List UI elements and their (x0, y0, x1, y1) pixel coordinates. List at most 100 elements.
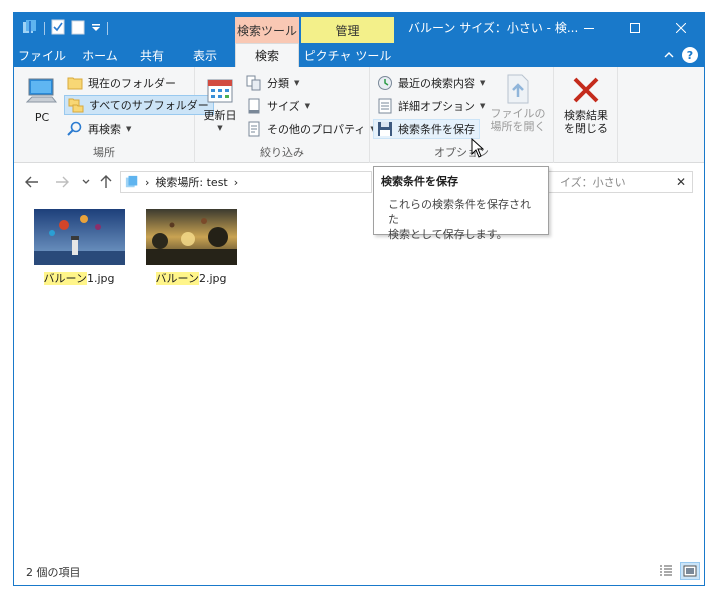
ribbon-tab-row: ファイル ホーム 共有 表示 検索 ピクチャ ツール ? (14, 43, 704, 67)
explorer-window: 検索ツール 管理 バルーン サイズ：小さい - 検... ファイル ホーム 共有… (13, 12, 705, 586)
tab-home[interactable]: ホーム (72, 43, 128, 67)
maximize-icon (630, 23, 640, 33)
save-icon (378, 122, 392, 136)
advanced-options-button[interactable]: 詳細オプション ▼ (374, 96, 489, 116)
open-file-location-button[interactable]: ファイルの 場所を開く (488, 73, 548, 133)
up-button[interactable] (96, 172, 116, 192)
details-view-icon (660, 565, 672, 576)
close-icon (676, 23, 686, 33)
qat-customize-icon[interactable] (91, 22, 101, 35)
advanced-options-label: 詳細オプション (398, 100, 475, 113)
advanced-options-icon (378, 98, 392, 114)
chevron-down-icon: ▼ (304, 102, 311, 110)
back-button[interactable] (22, 172, 42, 192)
minimize-button[interactable] (566, 13, 612, 43)
date-modified-button[interactable]: 更新日 ▼ (199, 77, 241, 135)
recent-searches-button[interactable]: 最近の検索内容 ▼ (374, 73, 489, 93)
search-again-label: 再検索 (88, 123, 121, 136)
recent-searches-icon (378, 76, 392, 90)
status-bar: 2 個の項目 (14, 559, 704, 585)
current-folder-button[interactable]: 現在のフォルダー (64, 73, 180, 93)
open-file-location-icon (507, 74, 529, 104)
help-icon[interactable]: ? (682, 47, 698, 63)
save-search-button[interactable]: 検索条件を保存 (373, 119, 480, 139)
search-location-icon (125, 175, 138, 188)
group-label-refine: 絞り込み (260, 146, 304, 159)
recent-searches-label: 最近の検索内容 (398, 77, 475, 90)
properties-icon[interactable] (51, 19, 65, 38)
view-switcher (656, 562, 700, 580)
chevron-down-icon: ▼ (217, 124, 223, 132)
open-file-location-label-1: ファイルの (490, 107, 546, 120)
folder-icon (67, 77, 83, 90)
other-properties-button[interactable]: その他のプロパティ ▼ (243, 119, 380, 139)
clear-search-icon[interactable]: ✕ (676, 175, 686, 189)
file-name: バルーン1.jpg (43, 270, 114, 286)
forward-arrow-icon (56, 176, 69, 188)
file-list: バルーン1.jpg バルーン2.jpg (14, 203, 704, 563)
image-thumbnail-balloon-2 (145, 209, 237, 265)
search-input-text: イズ：小さい (560, 176, 626, 189)
window-title: バルーン サイズ：小さい - 検... (408, 21, 579, 35)
tab-view[interactable]: 表示 (176, 43, 234, 67)
forward-button[interactable] (52, 172, 72, 192)
kind-label: 分類 (267, 77, 289, 90)
file-item[interactable]: バルーン2.jpg (143, 209, 239, 286)
chevron-down-icon: ▼ (480, 79, 486, 87)
search-input[interactable]: イズ：小さい ✕ (539, 171, 693, 193)
chevron-down-icon (82, 179, 90, 184)
file-item[interactable]: バルーン1.jpg (31, 209, 127, 286)
tab-picture-tools[interactable]: ピクチャ ツール (301, 43, 394, 67)
tooltip-title: 検索条件を保存 (381, 175, 458, 188)
new-folder-icon[interactable] (71, 19, 85, 38)
close-search-icon (573, 77, 599, 103)
ribbon-group-close: 検索結果 を閉じる (554, 67, 618, 163)
large-icons-view-button[interactable] (680, 562, 700, 580)
close-search-label-1: 検索結果 (564, 109, 608, 122)
file-name-rest: 2.jpg (198, 272, 227, 285)
chevron-down-icon: ▼ (294, 79, 300, 87)
all-subfolders-label: すべてのサブフォルダー (89, 99, 209, 112)
recent-locations-button[interactable] (76, 172, 96, 192)
search-again-button[interactable]: 再検索 ▼ (64, 119, 135, 139)
qat-separator (44, 21, 45, 35)
pc-label: PC (34, 111, 50, 124)
image-thumbnail-balloon-1 (33, 209, 125, 265)
ribbon-collapse-icon[interactable] (664, 49, 674, 62)
ribbon-group-location: PC 現在のフォルダー すべてのサブフォルダー 再検索 ▼ 場所 (14, 67, 214, 163)
properties-doc-icon (248, 121, 260, 137)
context-tab-manage: 管理 (301, 17, 394, 43)
ribbon-help-area: ? (664, 47, 698, 63)
explorer-folder-icon (22, 19, 38, 38)
breadcrumb-path[interactable]: 検索場所: test (155, 174, 227, 190)
pc-button[interactable]: PC (22, 77, 62, 124)
breadcrumb-separator-icon: › (145, 175, 150, 189)
tab-file[interactable]: ファイル (14, 43, 70, 67)
pc-icon (26, 78, 58, 103)
navigation-bar: › 検索場所: test › イズ：小さい ✕ (14, 169, 704, 195)
close-button[interactable] (658, 13, 704, 43)
up-arrow-icon (100, 175, 112, 188)
title-bar[interactable]: 検索ツール 管理 バルーン サイズ：小さい - 検... (14, 13, 704, 43)
tab-search[interactable]: 検索 (235, 43, 299, 67)
size-button[interactable]: サイズ ▼ (243, 96, 314, 116)
ribbon-search-panel: PC 現在のフォルダー すべてのサブフォルダー 再検索 ▼ 場所 更新日 ▼ 分… (14, 67, 704, 163)
close-search-button[interactable]: 検索結果 を閉じる (556, 75, 616, 135)
all-subfolders-button[interactable]: すべてのサブフォルダー (64, 95, 214, 115)
kind-icon (246, 75, 261, 91)
maximize-button[interactable] (612, 13, 658, 43)
group-label-options: オプション (434, 146, 489, 159)
kind-button[interactable]: 分類 ▼ (243, 73, 303, 93)
tab-share[interactable]: 共有 (128, 43, 176, 67)
search-match-highlight: バルーン (155, 272, 199, 285)
address-bar[interactable]: › 検索場所: test › (120, 171, 372, 193)
minimize-icon (584, 28, 594, 29)
size-icon (248, 98, 260, 114)
details-view-button[interactable] (656, 562, 676, 580)
chevron-down-icon: ▼ (480, 102, 486, 110)
ribbon-group-options: 最近の検索内容 ▼ 詳細オプション ▼ 検索条件を保存 ファイルの 場所を開く … (370, 67, 554, 163)
search-again-icon (67, 121, 82, 136)
size-label: サイズ (267, 100, 300, 113)
ribbon-group-refine: 更新日 ▼ 分類 ▼ サイズ ▼ その他のプロパティ ▼ 絞り込み (195, 67, 376, 163)
save-search-label: 検索条件を保存 (398, 123, 475, 136)
